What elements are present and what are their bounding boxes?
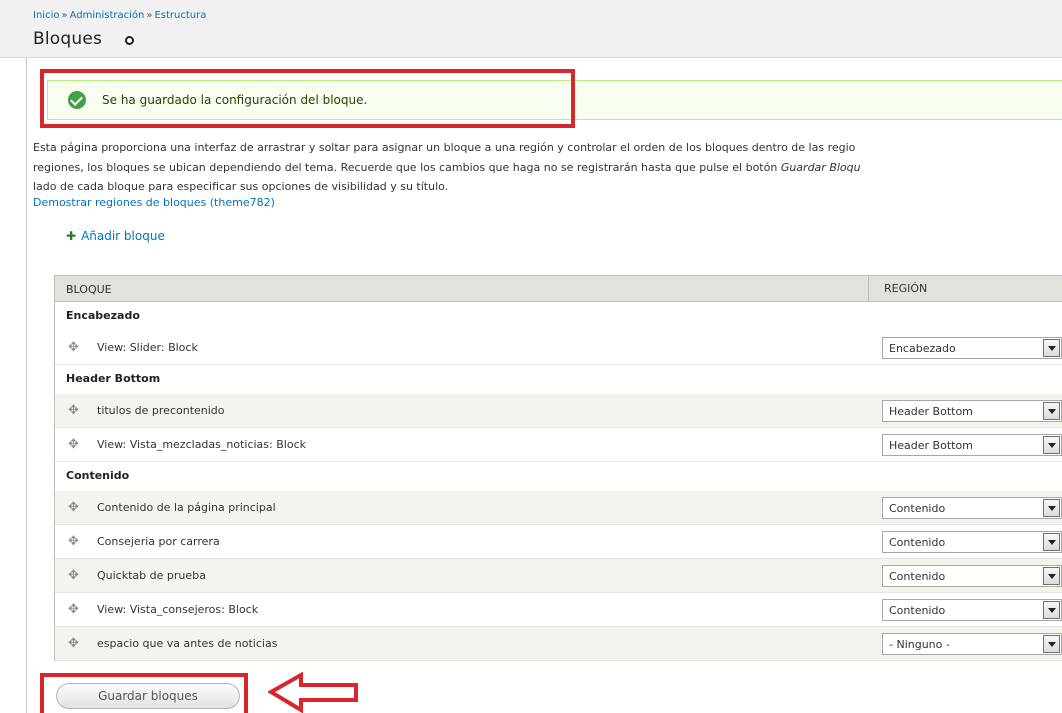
breadcrumb-separator: » — [146, 10, 153, 21]
table-row[interactable]: ✥ espacio que va antes de noticias - Nin… — [55, 627, 1062, 661]
block-name: titulos de precontenido — [97, 404, 225, 417]
column-header-block: BLOQUE — [66, 283, 112, 296]
drag-handle-icon[interactable]: ✥ — [68, 603, 79, 616]
region-label: Header Bottom — [66, 372, 161, 385]
region-select[interactable]: Contenido — [882, 565, 1062, 587]
help-line-2: regiones, los bloques se ubican dependie… — [33, 158, 1062, 178]
shortcut-icon[interactable] — [125, 36, 134, 45]
region-select[interactable]: Contenido — [882, 599, 1062, 621]
block-name: View: Vista_mezcladas_noticias: Block — [97, 438, 306, 451]
add-block-label: Añadir bloque — [81, 229, 165, 243]
table-row[interactable]: ✥ View: Slider: Block Encabezado — [55, 331, 1062, 365]
drag-handle-icon[interactable]: ✥ — [68, 404, 79, 417]
region-select[interactable]: Header Bottom — [882, 400, 1062, 422]
region-row-contenido: Contenido — [55, 462, 1062, 491]
page-title: Bloques — [33, 29, 103, 49]
chevron-down-icon[interactable] — [1043, 436, 1060, 454]
region-select[interactable]: - Ninguno - — [882, 633, 1062, 655]
region-select[interactable]: Header Bottom — [882, 434, 1062, 456]
breadcrumb: Inicio» Administración» Estructura — [33, 10, 206, 21]
table-row[interactable]: ✥ View: Vista_mezcladas_noticias: Block … — [55, 428, 1062, 462]
region-select[interactable]: Contenido — [882, 531, 1062, 553]
region-select-value: Header Bottom — [889, 439, 973, 452]
help-text: Esta página proporciona una interfaz de … — [33, 138, 1062, 197]
demo-regions-link[interactable]: Demostrar regiones de bloques (theme782) — [33, 196, 275, 209]
drag-handle-icon[interactable]: ✥ — [68, 438, 79, 451]
breadcrumb-administracion[interactable]: Administración — [70, 10, 145, 21]
region-select-value: Header Bottom — [889, 405, 973, 418]
block-name: Contenido de la página principal — [97, 501, 276, 514]
breadcrumb-inicio[interactable]: Inicio — [33, 10, 59, 21]
annotation-highlight-message — [40, 69, 575, 128]
chevron-down-icon[interactable] — [1043, 339, 1060, 357]
region-row-encabezado: Encabezado — [55, 302, 1062, 331]
breadcrumb-estructura[interactable]: Estructura — [154, 10, 206, 21]
column-header-region: REGIÓN — [868, 276, 927, 301]
block-name: espacio que va antes de noticias — [97, 637, 278, 650]
table-header: BLOQUE REGIÓN — [55, 275, 1062, 302]
add-block-link[interactable]: ✚ Añadir bloque — [66, 229, 165, 243]
table-row[interactable]: ✥ View: Vista_consejeros: Block Contenid… — [55, 593, 1062, 627]
region-label: Contenido — [66, 469, 130, 482]
chevron-down-icon[interactable] — [1043, 533, 1060, 551]
block-name: View: Slider: Block — [97, 341, 198, 354]
region-select-value: Contenido — [889, 604, 946, 617]
annotation-arrow-icon — [268, 672, 358, 713]
region-select-value: Contenido — [889, 536, 946, 549]
region-select[interactable]: Contenido — [882, 497, 1062, 519]
help-line-2-emphasis: Guardar Bloqu — [780, 160, 861, 174]
block-name: Consejeria por carrera — [97, 535, 220, 548]
block-name: View: Vista_consejeros: Block — [97, 603, 259, 616]
region-select-value: - Ninguno - — [889, 638, 950, 651]
drag-handle-icon[interactable]: ✥ — [68, 569, 79, 582]
help-line-1: Esta página proporciona una interfaz de … — [33, 141, 856, 154]
help-line-2-lead: regiones, los bloques se ubican dependie… — [33, 160, 781, 174]
help-line-3: lado de cada bloque para especificar sus… — [33, 180, 449, 193]
table-row[interactable]: ✥ titulos de precontenido Header Bottom — [55, 394, 1062, 428]
breadcrumb-separator: » — [61, 10, 68, 21]
table-row[interactable]: ✥ Quicktab de prueba Contenido — [55, 559, 1062, 593]
region-select-value: Encabezado — [889, 342, 956, 355]
chevron-down-icon[interactable] — [1043, 567, 1060, 585]
region-select[interactable]: Encabezado — [882, 337, 1062, 359]
region-row-header-bottom: Header Bottom — [55, 365, 1062, 394]
chevron-down-icon[interactable] — [1043, 601, 1060, 619]
block-name: Quicktab de prueba — [97, 569, 206, 582]
region-label: Encabezado — [66, 309, 140, 322]
drag-handle-icon[interactable]: ✥ — [68, 501, 79, 514]
page-header: Inicio» Administración» Estructura Bloques — [0, 0, 1062, 58]
blocks-table: BLOQUE REGIÓN Encabezado ✥ View: Slider:… — [54, 275, 1062, 661]
chevron-down-icon[interactable] — [1043, 499, 1060, 517]
drag-handle-icon[interactable]: ✥ — [68, 535, 79, 548]
drag-handle-icon[interactable]: ✥ — [68, 637, 79, 650]
region-select-value: Contenido — [889, 570, 946, 583]
table-row[interactable]: ✥ Contenido de la página principal Conte… — [55, 491, 1062, 525]
drag-handle-icon[interactable]: ✥ — [68, 341, 79, 354]
region-select-value: Contenido — [889, 502, 946, 515]
plus-icon: ✚ — [66, 229, 77, 243]
chevron-down-icon[interactable] — [1043, 402, 1060, 420]
chevron-down-icon[interactable] — [1043, 635, 1060, 653]
table-row[interactable]: ✥ Consejeria por carrera Contenido — [55, 525, 1062, 559]
annotation-highlight-save — [40, 673, 248, 713]
